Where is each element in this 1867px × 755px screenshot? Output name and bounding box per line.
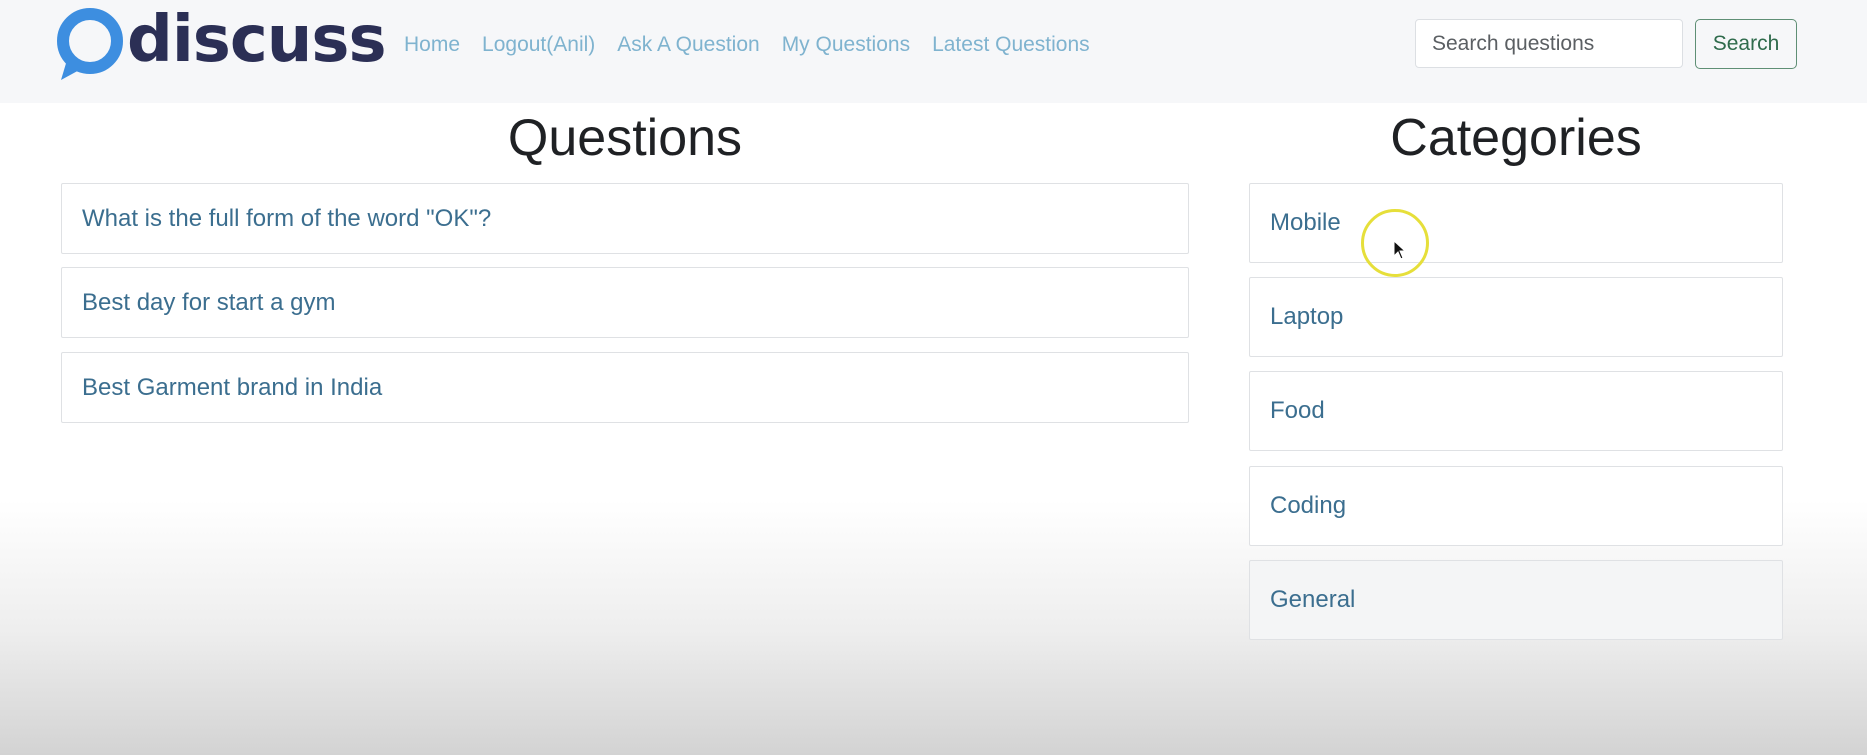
search-input[interactable] bbox=[1415, 19, 1683, 68]
category-item-food[interactable]: Food bbox=[1249, 371, 1783, 451]
category-link[interactable]: General bbox=[1270, 585, 1355, 615]
categories-heading: Categories bbox=[1390, 109, 1642, 167]
search-button[interactable]: Search bbox=[1695, 19, 1797, 69]
questions-heading: Questions bbox=[507, 109, 743, 167]
question-item[interactable]: What is the full form of the word "OK"? bbox=[61, 183, 1189, 254]
speech-bubble-icon bbox=[57, 8, 123, 80]
question-item[interactable]: Best day for start a gym bbox=[61, 267, 1189, 338]
category-item-mobile[interactable]: Mobile bbox=[1249, 183, 1783, 263]
category-item-general[interactable]: General bbox=[1249, 560, 1783, 640]
category-item-laptop[interactable]: Laptop bbox=[1249, 277, 1783, 357]
question-link[interactable]: Best Garment brand in India bbox=[82, 373, 382, 403]
nav-link-ask-question[interactable]: Ask A Question bbox=[617, 30, 759, 60]
nav-link-logout[interactable]: Logout(Anil) bbox=[482, 30, 595, 60]
site-logo[interactable]: discuss bbox=[55, 3, 387, 82]
category-item-coding[interactable]: Coding bbox=[1249, 466, 1783, 546]
category-link[interactable]: Laptop bbox=[1270, 302, 1343, 332]
nav-links: Home Logout(Anil) Ask A Question My Ques… bbox=[404, 30, 1112, 60]
question-link[interactable]: What is the full form of the word "OK"? bbox=[82, 204, 491, 234]
question-link[interactable]: Best day for start a gym bbox=[82, 288, 335, 318]
navbar: discuss Home Logout(Anil) Ask A Question… bbox=[0, 0, 1867, 103]
category-link[interactable]: Coding bbox=[1270, 491, 1346, 521]
category-link[interactable]: Food bbox=[1270, 396, 1325, 426]
nav-link-my-questions[interactable]: My Questions bbox=[782, 30, 910, 60]
nav-link-home[interactable]: Home bbox=[404, 30, 460, 60]
category-link[interactable]: Mobile bbox=[1270, 208, 1341, 238]
nav-link-latest-questions[interactable]: Latest Questions bbox=[932, 30, 1090, 60]
question-item[interactable]: Best Garment brand in India bbox=[61, 352, 1189, 423]
logo-text: discuss bbox=[127, 3, 387, 77]
